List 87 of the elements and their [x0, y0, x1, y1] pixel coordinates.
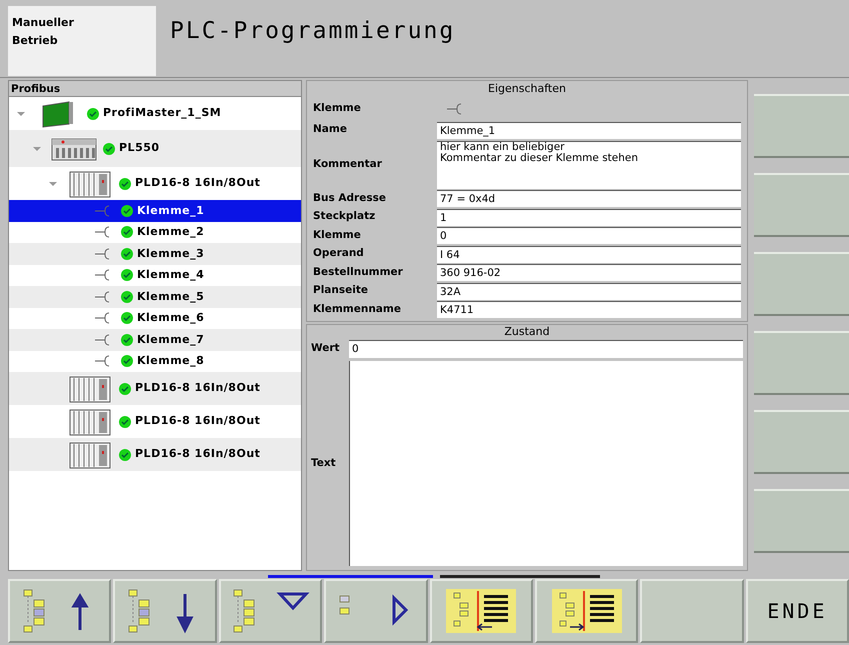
- module-icon: [69, 440, 111, 468]
- tree-item-label: Klemme_1: [137, 202, 204, 219]
- text-field[interactable]: [349, 361, 743, 566]
- status-ok-icon: [121, 204, 133, 217]
- property-label: Operand: [313, 246, 365, 262]
- tree-item-label: ProfiMaster_1_SM: [103, 105, 222, 122]
- tree-item-label: Klemme_4: [137, 267, 204, 283]
- property-label: Name: [313, 122, 348, 138]
- status-ok-icon: [121, 248, 133, 260]
- property-label: Bestellnummer: [313, 264, 404, 280]
- tree-item-label: PLD16-8 16In/8Out: [135, 413, 260, 430]
- property-label: Klemme: [313, 101, 362, 116]
- status-ok-icon: [119, 416, 131, 428]
- soft-key[interactable]: [754, 252, 849, 316]
- tree-item-label: PLD16-8 16In/8Out: [135, 175, 260, 192]
- soft-key[interactable]: [754, 331, 849, 395]
- controller-icon: [51, 136, 97, 162]
- tree-item[interactable]: PL550: [9, 130, 301, 167]
- toolbar-button[interactable]: [430, 579, 533, 643]
- list-arrow-right-icon: [552, 589, 622, 633]
- property-label: Klemmenname: [313, 302, 402, 317]
- card-icon: [41, 100, 75, 128]
- tree-item[interactable]: PLD16-8 16In/8Out: [9, 372, 301, 405]
- toolbar-button[interactable]: [534, 579, 638, 643]
- property-label: Bus Adresse: [313, 190, 387, 206]
- module-icon: [69, 170, 111, 198]
- tree-item-label: Klemme_2: [137, 224, 204, 240]
- toolbar-button[interactable]: [324, 579, 428, 643]
- property-label: Planseite: [313, 283, 369, 298]
- status-ok-icon: [121, 312, 133, 324]
- status-ok-icon: [121, 355, 133, 368]
- tree-title: Profibus: [9, 81, 301, 97]
- status-ok-icon: [103, 142, 115, 154]
- expanded-icon[interactable]: [17, 110, 25, 116]
- comment-field[interactable]: hier kann ein beliebiger Kommentar zu dieser Klemme stehen: [437, 140, 741, 188]
- toolbar-button[interactable]: [8, 579, 112, 643]
- section-title: Zustand: [503, 325, 551, 339]
- status-ok-icon: [87, 108, 99, 120]
- status-ok-icon: [119, 178, 131, 190]
- property-field[interactable]: 0: [437, 227, 741, 244]
- end-button[interactable]: ENDE: [746, 579, 849, 643]
- value-label: Wert: [311, 341, 341, 356]
- tree-item-label: Klemme_3: [137, 246, 204, 262]
- soft-key[interactable]: [754, 94, 849, 158]
- property-field[interactable]: 77 = 0x4d: [437, 190, 741, 208]
- expanded-icon[interactable]: [49, 180, 57, 186]
- property-label: Klemme: [313, 228, 362, 243]
- toolbar-button[interactable]: [218, 579, 322, 643]
- property-field[interactable]: I 64: [437, 246, 741, 263]
- module-icon: [69, 408, 111, 436]
- tree-item-label: Klemme_8: [137, 353, 204, 369]
- toolbar-button[interactable]: [113, 579, 217, 643]
- tree-item-label: PLD16-8 16In/8Out: [135, 380, 260, 396]
- status-ok-icon: [121, 334, 133, 346]
- section-title: Eigenschaften: [487, 81, 567, 97]
- property-field[interactable]: 1: [437, 208, 741, 226]
- status-ok-icon: [121, 290, 133, 303]
- window-title: PLC-Programmierung: [169, 17, 456, 46]
- tree-item[interactable]: Klemme_7: [9, 329, 301, 350]
- module-icon: [69, 374, 111, 402]
- tree-item-label: Klemme_7: [137, 332, 204, 348]
- tree-item-label: PL550: [119, 140, 160, 156]
- tree-item-label: Klemme_5: [137, 288, 204, 305]
- soft-key[interactable]: [754, 173, 849, 237]
- text-label: Text: [311, 456, 337, 471]
- status-ok-icon: [121, 269, 133, 282]
- property-field[interactable]: K4711: [437, 301, 741, 318]
- tree-item[interactable]: PLD16-8 16In/8Out: [9, 438, 301, 471]
- tree-item-label: PLD16-8 16In/8Out: [135, 446, 260, 462]
- tree-item-label: Klemme_6: [137, 310, 204, 326]
- status-ok-icon: [121, 226, 133, 238]
- expanded-icon[interactable]: [33, 146, 41, 152]
- property-field[interactable]: 360 916-02: [437, 264, 741, 282]
- property-label: Kommentar: [313, 156, 383, 172]
- status-ok-icon: [119, 448, 131, 460]
- mode-label: Manueller Betrieb: [8, 6, 156, 76]
- property-label: Steckplatz: [313, 209, 376, 224]
- property-field[interactable]: Klemme_1: [437, 122, 741, 139]
- property-field[interactable]: 32A: [437, 282, 741, 300]
- value-field[interactable]: 0: [349, 340, 743, 358]
- list-arrow-left-icon: [446, 589, 516, 633]
- tree-item[interactable]: Klemme_3: [9, 243, 301, 264]
- soft-key[interactable]: [754, 410, 849, 474]
- tree-item[interactable]: Klemme_5: [9, 286, 301, 308]
- soft-key[interactable]: [754, 489, 849, 553]
- status-ok-icon: [119, 382, 131, 394]
- tree-item[interactable]: Klemme_1: [9, 200, 301, 222]
